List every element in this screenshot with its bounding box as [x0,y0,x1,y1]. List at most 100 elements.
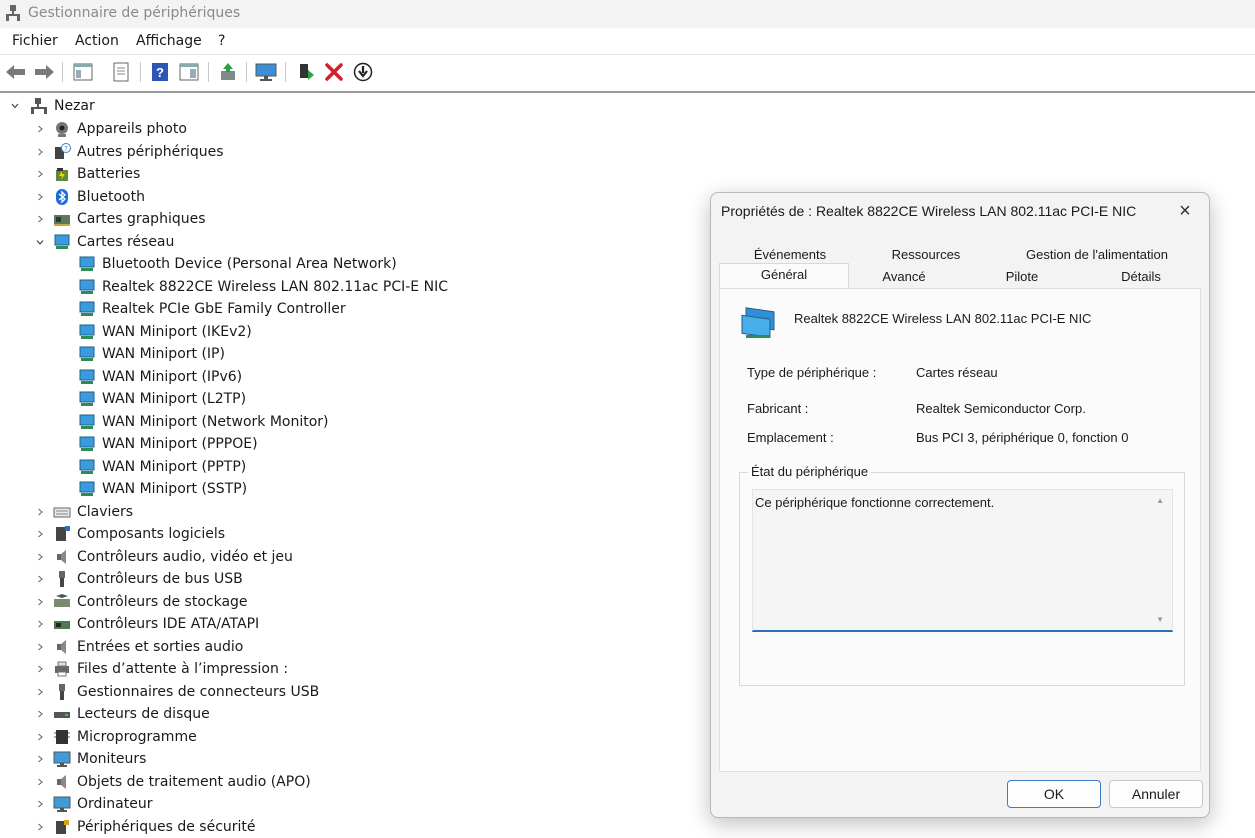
tree-category[interactable]: ? Autres périphériques [33,141,224,163]
tree-category[interactable]: Cartes graphiques [33,208,206,230]
scan-hardware-icon[interactable] [255,61,277,83]
properties-pane-icon[interactable] [72,61,94,83]
tree-category-label: Autres périphériques [77,143,224,160]
tree-category[interactable]: Composants logiciels [33,523,225,545]
disable-device-icon[interactable] [352,61,374,83]
uninstall-device-icon[interactable] [323,61,345,83]
forward-icon[interactable] [33,61,55,83]
chevron-right-icon[interactable] [33,752,47,766]
back-icon[interactable] [5,61,27,83]
monitor-icon [53,750,71,768]
tree-category[interactable]: Contrôleurs de bus USB [33,568,243,590]
tree-device[interactable]: Bluetooth Device (Personal Area Network) [70,253,397,275]
menu-help[interactable]: ? [218,33,225,49]
show-hidden-icon[interactable] [110,61,132,83]
field-emplacement-value: Bus PCI 3, périphérique 0, fonction 0 [916,430,1129,445]
menu-action[interactable]: Action [75,33,119,49]
cancel-button[interactable]: Annuler [1109,780,1203,808]
field-type-value: Cartes réseau [916,365,998,380]
chevron-right-icon[interactable] [33,527,47,541]
tree-category[interactable]: Contrôleurs de stockage [33,591,248,613]
network-adapter-large-icon [740,305,780,346]
tree-device[interactable]: Realtek 8822CE Wireless LAN 802.11ac PCI… [70,276,448,298]
tree-category[interactable]: Périphériques de sécurité [33,816,256,838]
network-adapter-icon [78,255,96,273]
chevron-right-icon[interactable] [33,707,47,721]
chevron-right-icon[interactable] [33,730,47,744]
tree-category[interactable]: Contrôleurs audio, vidéo et jeu [33,546,293,568]
tree-device[interactable]: WAN Miniport (Network Monitor) [70,411,329,433]
tree-root[interactable]: Nezar [8,95,95,117]
chevron-right-icon[interactable] [33,190,47,204]
tree-device[interactable]: WAN Miniport (SSTP) [70,478,247,500]
tree-category[interactable]: Bluetooth [33,186,145,208]
tree-device[interactable]: WAN Miniport (PPTP) [70,456,246,478]
chevron-down-icon[interactable] [33,235,47,249]
enable-device-icon[interactable] [295,61,317,83]
device-status-textbox[interactable]: Ce périphérique fonctionne correctement.… [752,489,1173,632]
chevron-right-icon[interactable] [33,505,47,519]
ok-button[interactable]: OK [1007,780,1101,808]
network-adapter-icon [78,368,96,386]
chevron-right-icon[interactable] [33,167,47,181]
chevron-right-icon[interactable] [33,212,47,226]
toolbar-separator [140,62,141,82]
tree-device[interactable]: WAN Miniport (L2TP) [70,388,246,410]
tree-category[interactable]: Cartes réseau [33,231,174,253]
chevron-right-icon[interactable] [33,122,47,136]
tree-device[interactable]: WAN Miniport (IKEv2) [70,321,252,343]
tab-general[interactable]: Général [719,263,849,290]
device-status-text: Ce périphérique fonctionne correctement. [755,495,995,510]
chevron-right-icon[interactable] [33,595,47,609]
tree-category[interactable]: Lecteurs de disque [33,703,210,725]
tree-category[interactable]: Moniteurs [33,748,146,770]
tab-pilote[interactable]: Pilote [961,266,1083,288]
chevron-right-icon[interactable] [33,550,47,564]
menu-fichier[interactable]: Fichier [12,33,58,49]
display-adapter-icon [53,210,71,228]
tree-device[interactable]: WAN Miniport (PPPOE) [70,433,258,455]
tree-category[interactable]: Claviers [33,501,133,523]
chevron-down-icon[interactable] [8,99,22,113]
chevron-right-icon[interactable] [33,617,47,631]
tree-category[interactable]: Contrôleurs IDE ATA/ATAPI [33,613,259,635]
tree-category[interactable]: Files d’attente à l’impression : [33,658,288,680]
help-icon[interactable]: ? [149,61,171,83]
chevron-right-icon[interactable] [33,775,47,789]
chevron-right-icon[interactable] [33,685,47,699]
chevron-right-icon[interactable] [33,820,47,834]
tab-gestion-alimentation[interactable]: Gestion de l'alimentation [993,245,1201,265]
tree-category[interactable]: Gestionnaires de connecteurs USB [33,681,319,703]
tree-category[interactable]: Appareils photo [33,118,187,140]
chevron-right-icon[interactable] [33,572,47,586]
toolbar-separator [246,62,247,82]
tree-category[interactable]: Objets de traitement audio (APO) [33,771,311,793]
tree-category[interactable]: Entrées et sorties audio [33,636,243,658]
chevron-right-icon[interactable] [33,640,47,654]
tree-device[interactable]: WAN Miniport (IP) [70,343,225,365]
tree-category[interactable]: Microprogramme [33,726,197,748]
tree-device[interactable]: WAN Miniport (IPv6) [70,366,242,388]
chevron-right-icon[interactable] [33,662,47,676]
menu-affichage[interactable]: Affichage [136,33,202,49]
window-title: Gestionnaire de périphériques [28,5,241,21]
scroll-down-icon[interactable]: ▼ [1156,615,1164,624]
update-driver-icon[interactable] [217,61,239,83]
console-tree-icon[interactable] [178,61,200,83]
tab-details[interactable]: Détails [1083,266,1199,288]
tab-evenements[interactable]: Événements [721,245,859,265]
tab-ressources[interactable]: Ressources [859,245,993,265]
tree-category-label: Périphériques de sécurité [77,818,256,835]
tree-category[interactable]: Ordinateur [33,793,153,815]
security-device-icon [53,818,71,836]
toolbar-separator [285,62,286,82]
chevron-right-icon[interactable] [33,145,47,159]
title-bar: Gestionnaire de périphériques [0,0,1255,28]
chevron-right-icon[interactable] [33,797,47,811]
device-name: Realtek 8822CE Wireless LAN 802.11ac PCI… [794,311,1092,326]
tree-category[interactable]: Batteries [33,163,140,185]
close-icon[interactable]: × [1175,201,1195,221]
tree-device[interactable]: Realtek PCIe GbE Family Controller [70,298,346,320]
scroll-up-icon[interactable]: ▲ [1156,496,1164,505]
tab-avance[interactable]: Avancé [847,266,961,288]
